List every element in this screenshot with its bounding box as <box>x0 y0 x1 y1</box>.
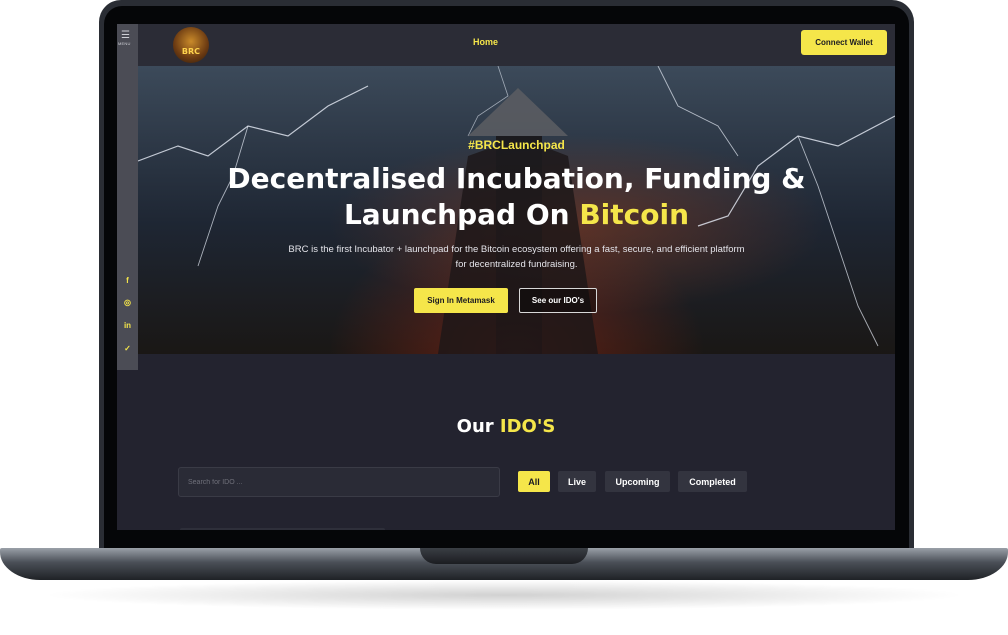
hero-title-line1: Decentralised Incubation, Funding & <box>227 162 806 195</box>
hero-section: #BRCLaunchpad Decentralised Incubation, … <box>138 66 895 354</box>
hero-hashtag: #BRCLaunchpad <box>468 138 565 152</box>
connect-wallet-button[interactable]: Connect Wallet <box>801 30 887 55</box>
screen: BRC Home Connect Wallet #BRCLaunchpad De… <box>117 24 895 530</box>
ido-title-prefix: Our <box>456 416 500 437</box>
menu-label: MENU <box>118 41 131 46</box>
twitter-icon[interactable]: ✓ <box>121 342 134 355</box>
ido-section-title: Our IDO'S <box>117 416 895 437</box>
menu-icon[interactable]: ☰ <box>121 31 130 41</box>
brc-logo[interactable]: BRC <box>173 27 209 63</box>
filter-upcoming-button[interactable]: Upcoming <box>605 471 670 492</box>
laptop-shadow <box>40 580 968 610</box>
logo-text: BRC <box>181 47 201 56</box>
filter-completed-button[interactable]: Completed <box>678 471 747 492</box>
linkedin-icon[interactable]: in <box>121 319 134 332</box>
hero-title-line2: Launchpad On Bitcoin <box>138 198 895 231</box>
ido-card-top-edge <box>180 528 385 530</box>
filter-live-button[interactable]: Live <box>558 471 596 492</box>
ido-title-highlight: IDO'S <box>499 416 556 437</box>
hero-title-highlight: Bitcoin <box>579 198 690 231</box>
top-navbar: BRC Home Connect Wallet <box>117 24 895 66</box>
side-menu-bar: ☰ MENU f ◎ in ✓ <box>117 24 138 370</box>
ido-search-input[interactable] <box>178 467 500 497</box>
hero-subtitle: BRC is the first Incubator + launchpad f… <box>288 244 745 270</box>
instagram-icon[interactable]: ◎ <box>121 296 134 309</box>
filter-all-button[interactable]: All <box>518 471 550 492</box>
nav-home-link[interactable]: Home <box>473 37 498 47</box>
facebook-icon[interactable]: f <box>121 274 134 287</box>
laptop-notch <box>420 548 588 564</box>
sign-in-metamask-button[interactable]: Sign In Metamask <box>414 288 508 313</box>
hero-title-line2-prefix: Launchpad On <box>343 198 580 231</box>
see-idos-button[interactable]: See our IDO's <box>519 288 597 313</box>
